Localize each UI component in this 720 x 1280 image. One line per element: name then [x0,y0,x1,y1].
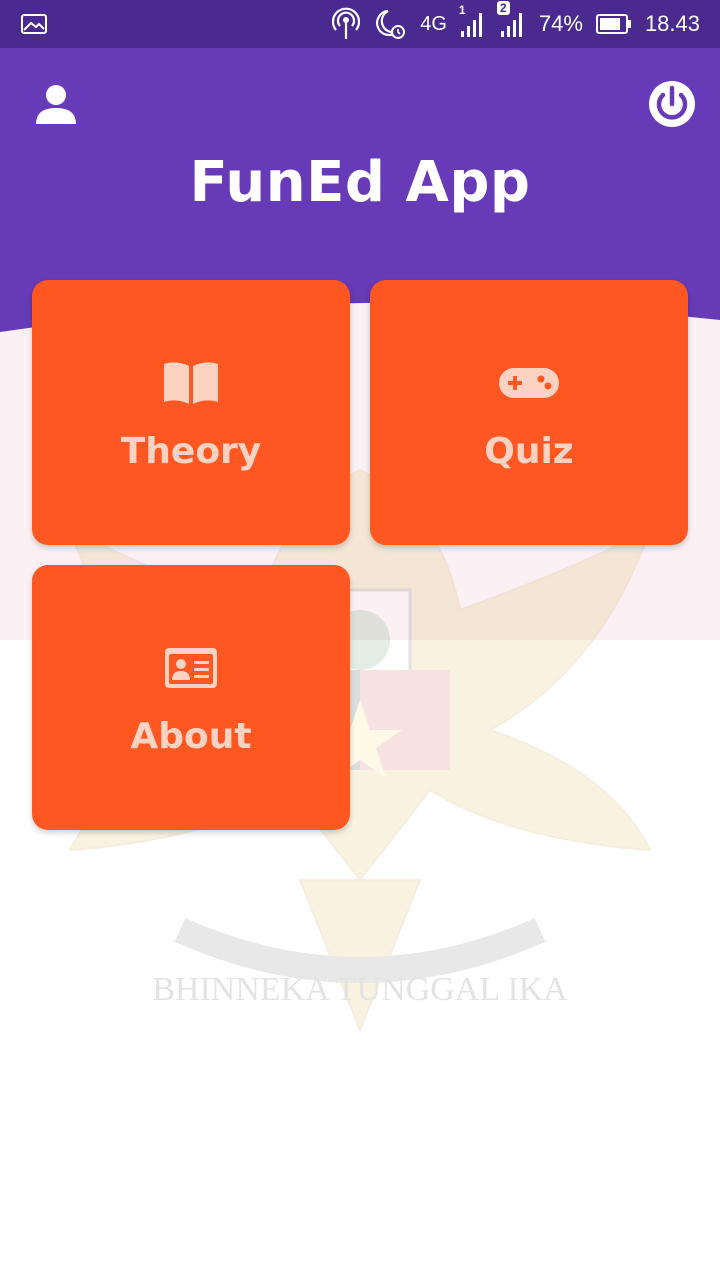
theory-card[interactable]: Theory [32,280,350,545]
signal-icon: 1 [459,3,487,39]
quiz-label: Quiz [484,431,574,472]
power-icon [647,79,697,134]
status-right: 4G 1 2 74% 18.43 [332,1,700,41]
battery-icon [595,12,633,36]
network-type: 4G [420,12,447,35]
signal-icon: 2 [496,1,527,39]
theory-label: Theory [120,431,262,472]
sim2-badge: 2 [496,1,510,15]
clock: 18.43 [644,11,700,36]
id-card-icon [163,638,219,698]
battery-percent: 74% [538,11,583,36]
profile-button[interactable] [28,78,84,134]
status-bar: 4G 1 2 74% 18.43 [0,0,720,48]
emblem-motto: BHINNEKA TUNGGAL IKA [152,971,568,1008]
image-icon [20,13,48,35]
hotspot-icon [332,7,361,41]
about-label: About [130,716,252,757]
moon-alarm-icon [372,7,408,41]
app-title: FunEd App [189,150,531,215]
sim1-badge: 1 [458,3,466,17]
quiz-card[interactable]: Quiz [370,280,688,545]
power-button[interactable] [644,78,700,134]
gamepad-icon [497,353,561,413]
about-card[interactable]: About [32,565,350,830]
profile-icon [34,82,78,131]
book-icon [162,353,220,413]
status-left [20,13,48,35]
